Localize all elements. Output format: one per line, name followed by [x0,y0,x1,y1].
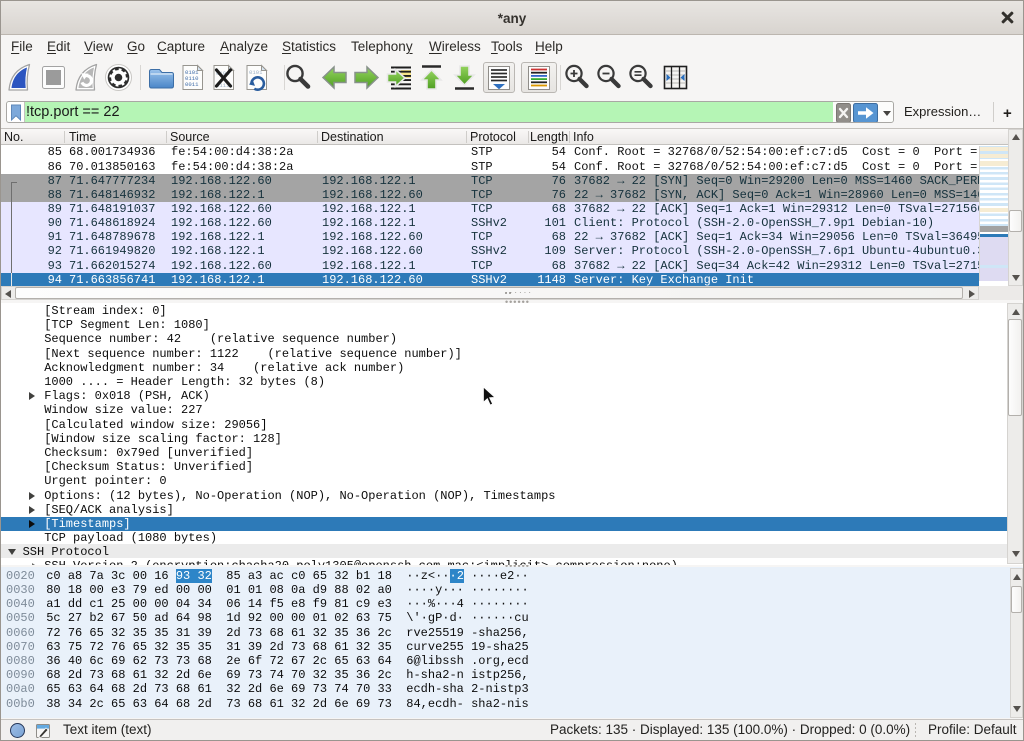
svg-text:0011: 0011 [185,81,199,88]
svg-text:0101: 0101 [249,69,263,76]
